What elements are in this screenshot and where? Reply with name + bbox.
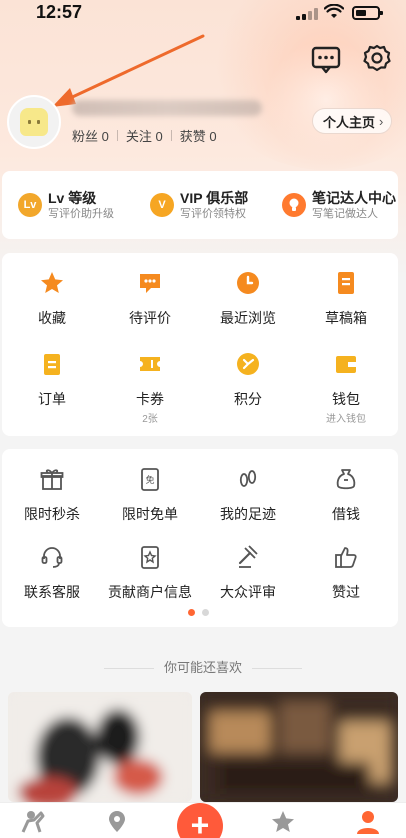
carousel-indicator xyxy=(188,609,216,616)
carousel-dot-active[interactable] xyxy=(188,609,195,616)
username-blurred xyxy=(72,100,262,116)
svg-text:免: 免 xyxy=(145,474,154,486)
stat-likes[interactable]: 获赞 0 xyxy=(180,126,217,145)
feed-image-right xyxy=(200,692,398,802)
note-master-entry[interactable]: 笔记达人中心 写笔记做达人 xyxy=(266,171,398,239)
map-pin-icon[interactable] xyxy=(104,809,130,835)
grid-item-points[interactable]: 积分 xyxy=(199,351,297,408)
gift-icon xyxy=(40,469,64,490)
comment-pending-icon xyxy=(140,274,160,293)
grid-item-recent[interactable]: 最近浏览 xyxy=(199,270,297,327)
bottom-tab-bar: + xyxy=(0,802,406,838)
profile-page-button[interactable]: 个人主页 › xyxy=(312,108,393,134)
grid-item-footprints[interactable]: 我的足迹 xyxy=(199,466,297,523)
gavel-icon xyxy=(238,545,258,568)
level-entry[interactable]: Lv Lv 等级 写评价助升级 xyxy=(2,171,134,239)
home-icon[interactable] xyxy=(20,809,46,835)
grid-item-free-order[interactable]: 免 限时免单 xyxy=(101,466,199,523)
recommend-title: 你可能还喜欢 xyxy=(0,657,406,676)
grid-item-coupons[interactable]: 卡券 2张 xyxy=(101,351,199,425)
grid-item-merchant-info[interactable]: 贡献商户信息 xyxy=(101,544,199,601)
wallet-icon xyxy=(336,356,356,373)
stat-following[interactable]: 关注 0 xyxy=(126,126,163,145)
money-bag-icon xyxy=(336,469,356,490)
chevron-right-icon: › xyxy=(379,113,384,129)
battery-icon xyxy=(352,6,383,20)
coupon-icon xyxy=(140,357,160,371)
feed-card-left[interactable] xyxy=(8,692,192,802)
order-icon xyxy=(44,354,60,375)
headset-icon xyxy=(41,547,63,568)
stat-fans[interactable]: 粉丝 0 xyxy=(72,126,109,145)
grid-item-public-review[interactable]: 大众评审 xyxy=(199,544,297,601)
merchant-info-icon xyxy=(141,546,159,569)
tools-card: 限时秒杀 免 限时免单 我的足迹 借钱 联系客服 贡献商户信息 大众评审 赞过 xyxy=(2,449,398,627)
free-ticket-icon: 免 xyxy=(141,468,159,491)
grid-item-wallet[interactable]: 钱包 进入钱包 xyxy=(297,351,395,425)
lv-badge-icon: Lv xyxy=(18,193,42,217)
grid-item-favorites[interactable]: 收藏 xyxy=(3,270,101,327)
clock-icon xyxy=(237,272,259,294)
signal-icon xyxy=(296,8,318,20)
star-tab-icon[interactable] xyxy=(270,809,296,835)
message-icon[interactable] xyxy=(309,42,343,76)
points-icon xyxy=(237,353,259,375)
grid-item-flash-sale[interactable]: 限时秒杀 xyxy=(3,466,101,523)
grid-item-drafts[interactable]: 草稿箱 xyxy=(297,270,395,327)
grid-item-pending-review[interactable]: 待评价 xyxy=(101,270,199,327)
star-icon xyxy=(41,272,63,293)
avatar-face-icon xyxy=(20,108,48,136)
feed-card-right[interactable] xyxy=(200,692,398,802)
carousel-dot[interactable] xyxy=(202,609,209,616)
settings-gear-icon[interactable] xyxy=(360,41,394,75)
footprint-icon xyxy=(239,470,257,487)
grid-item-customer-service[interactable]: 联系客服 xyxy=(3,544,101,601)
status-bar: 12:57 xyxy=(0,0,406,28)
level-card: Lv Lv 等级 写评价助升级 V VIP 俱乐部 写评价领特权 笔记达人中心 写笔记… xyxy=(2,171,398,239)
vip-club-entry[interactable]: V VIP 俱乐部 写评价领特权 xyxy=(134,171,266,239)
user-stats: 粉丝 0 关注 0 获赞 0 xyxy=(72,126,217,145)
bulb-icon xyxy=(282,193,306,217)
draft-box-icon xyxy=(338,272,354,294)
thumbs-up-icon xyxy=(335,547,357,568)
status-time: 12:57 xyxy=(36,2,83,22)
services-card: 收藏 待评价 最近浏览 草稿箱 订单 卡券 2张 积分 钱包 进入钱包 xyxy=(2,253,398,436)
avatar[interactable] xyxy=(7,95,61,149)
vip-badge-icon: V xyxy=(150,193,174,217)
grid-item-liked[interactable]: 赞过 xyxy=(297,544,395,601)
feed-image-left xyxy=(8,692,192,802)
add-icon[interactable]: + xyxy=(177,803,223,838)
wifi-icon xyxy=(324,4,344,18)
profile-icon[interactable] xyxy=(355,809,381,835)
grid-item-borrow[interactable]: 借钱 xyxy=(297,466,395,523)
grid-item-orders[interactable]: 订单 xyxy=(3,351,101,408)
